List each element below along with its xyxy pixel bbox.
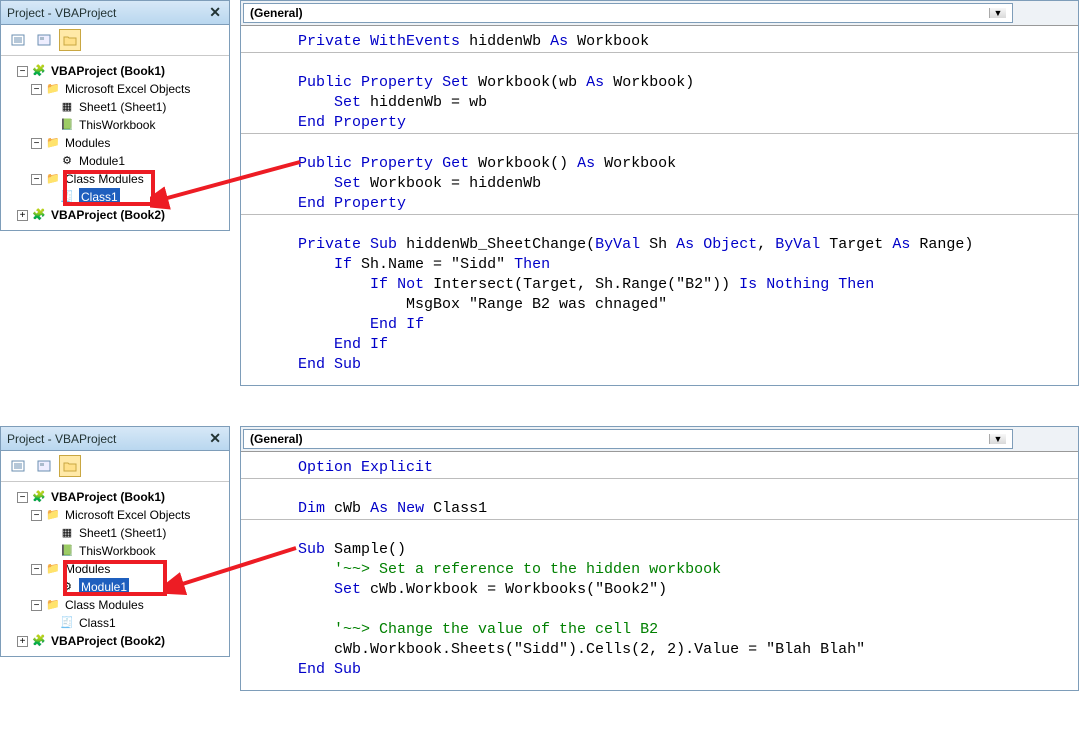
code-editor-panel: (General) ▼ Option Explicit Dim cWb As N… <box>240 426 1079 691</box>
folder-icon: 📁 <box>45 172 61 186</box>
project-icon: 🧩 <box>31 64 47 78</box>
tree-item-module1[interactable]: ⚙ Module1 <box>3 578 227 596</box>
collapse-icon[interactable]: − <box>31 564 42 575</box>
panel-title-bar: Project - VBAProject ✕ <box>1 427 229 451</box>
tree-label: ThisWorkbook <box>79 542 155 560</box>
panel-title: Project - VBAProject <box>7 6 116 20</box>
tree-folder-excel-objects[interactable]: −📁 Microsoft Excel Objects <box>3 80 227 98</box>
folder-icon: 📁 <box>45 562 61 576</box>
tree-label: VBAProject (Book2) <box>51 632 165 650</box>
collapse-icon[interactable]: − <box>17 492 28 503</box>
view-object-button[interactable] <box>33 29 55 51</box>
module-icon: ⚙ <box>59 580 75 594</box>
tree-label: VBAProject (Book2) <box>51 206 165 224</box>
project-explorer-panel: Project - VBAProject ✕ −🧩VBAProject (Boo… <box>0 0 230 231</box>
tree-item-sheet1[interactable]: ▦ Sheet1 (Sheet1) <box>3 524 227 542</box>
collapse-icon[interactable]: − <box>17 66 28 77</box>
collapse-icon[interactable]: − <box>31 84 42 95</box>
project-toolbar <box>1 451 229 482</box>
tree-label: Modules <box>65 560 110 578</box>
combo-value: (General) <box>250 432 303 446</box>
tree-item-module1[interactable]: ⚙ Module1 <box>3 152 227 170</box>
expand-icon[interactable]: + <box>17 210 28 221</box>
tree-item-thisworkbook[interactable]: 📗 ThisWorkbook <box>3 542 227 560</box>
chevron-down-icon[interactable]: ▼ <box>989 8 1006 18</box>
tree-project-book2[interactable]: +🧩 VBAProject (Book2) <box>3 206 227 224</box>
chevron-down-icon[interactable]: ▼ <box>989 434 1006 444</box>
sheet-icon: ▦ <box>59 100 75 114</box>
tree-folder-modules[interactable]: −📁 Modules <box>3 560 227 578</box>
tree-label: Class Modules <box>65 596 144 614</box>
tree-label: Sheet1 (Sheet1) <box>79 524 166 542</box>
tree-project-root[interactable]: −🧩 VBAProject (Book1) <box>3 488 227 506</box>
folder-icon: 📁 <box>45 598 61 612</box>
close-icon[interactable]: ✕ <box>207 430 223 447</box>
collapse-icon[interactable]: − <box>31 510 42 521</box>
tree-label: Microsoft Excel Objects <box>65 506 190 524</box>
tree-label: Microsoft Excel Objects <box>65 80 190 98</box>
view-object-button[interactable] <box>33 455 55 477</box>
collapse-icon[interactable]: − <box>31 138 42 149</box>
tree-label-selected: Module1 <box>79 578 129 596</box>
tree-label: Class1 <box>79 614 116 632</box>
tree-item-class1[interactable]: 🧾 Class1 <box>3 188 227 206</box>
object-combo-bar: (General) ▼ <box>241 1 1078 26</box>
tree-label: VBAProject (Book1) <box>51 62 165 80</box>
code-editor[interactable]: Private WithEvents hiddenWb As Workbook … <box>241 26 1078 385</box>
project-icon: 🧩 <box>31 208 47 222</box>
sheet-icon: ▦ <box>59 526 75 540</box>
class-icon: 🧾 <box>59 616 75 630</box>
folder-icon: 📁 <box>45 82 61 96</box>
collapse-icon[interactable]: − <box>31 600 42 611</box>
tree-folder-excel-objects[interactable]: −📁 Microsoft Excel Objects <box>3 506 227 524</box>
workbook-icon: 📗 <box>59 544 75 558</box>
tree-project-root[interactable]: −🧩 VBAProject (Book1) <box>3 62 227 80</box>
tree-folder-modules[interactable]: −📁 Modules <box>3 134 227 152</box>
view-code-button[interactable] <box>7 29 29 51</box>
tree-label: VBAProject (Book1) <box>51 488 165 506</box>
tree-label: Module1 <box>79 152 125 170</box>
class-icon: 🧾 <box>59 190 75 204</box>
folder-icon: 📁 <box>45 508 61 522</box>
toggle-folders-button[interactable] <box>59 29 81 51</box>
workbook-icon: 📗 <box>59 118 75 132</box>
tree-folder-class-modules[interactable]: −📁 Class Modules <box>3 170 227 188</box>
project-explorer-panel: Project - VBAProject ✕ −🧩VBAProject (Boo… <box>0 426 230 657</box>
folder-icon: 📁 <box>45 136 61 150</box>
tree-label: ThisWorkbook <box>79 116 155 134</box>
tree-folder-class-modules[interactable]: −📁 Class Modules <box>3 596 227 614</box>
project-tree[interactable]: −🧩VBAProject (Book1) −📁Microsoft Excel O… <box>1 482 229 656</box>
view-code-button[interactable] <box>7 455 29 477</box>
panel-title: Project - VBAProject <box>7 432 116 446</box>
tree-item-sheet1[interactable]: ▦ Sheet1 (Sheet1) <box>3 98 227 116</box>
close-icon[interactable]: ✕ <box>207 4 223 21</box>
module-icon: ⚙ <box>59 154 75 168</box>
tree-label: Modules <box>65 134 110 152</box>
tree-project-book2[interactable]: +🧩 VBAProject (Book2) <box>3 632 227 650</box>
tree-label: Sheet1 (Sheet1) <box>79 98 166 116</box>
code-editor-panel: (General) ▼ Private WithEvents hiddenWb … <box>240 0 1079 386</box>
panel-title-bar: Project - VBAProject ✕ <box>1 1 229 25</box>
toggle-folders-button[interactable] <box>59 455 81 477</box>
object-combo-bar: (General) ▼ <box>241 427 1078 452</box>
collapse-icon[interactable]: − <box>31 174 42 185</box>
tree-label-selected: Class1 <box>79 188 120 206</box>
tree-item-class1[interactable]: 🧾 Class1 <box>3 614 227 632</box>
project-icon: 🧩 <box>31 634 47 648</box>
expand-icon[interactable]: + <box>17 636 28 647</box>
object-combo[interactable]: (General) ▼ <box>243 3 1013 23</box>
object-combo[interactable]: (General) ▼ <box>243 429 1013 449</box>
project-toolbar <box>1 25 229 56</box>
tree-label: Class Modules <box>65 170 144 188</box>
project-icon: 🧩 <box>31 490 47 504</box>
project-tree[interactable]: −🧩VBAProject (Book1) −📁Microsoft Excel O… <box>1 56 229 230</box>
code-editor[interactable]: Option Explicit Dim cWb As New Class1 Su… <box>241 452 1078 690</box>
tree-item-thisworkbook[interactable]: 📗 ThisWorkbook <box>3 116 227 134</box>
combo-value: (General) <box>250 6 303 20</box>
